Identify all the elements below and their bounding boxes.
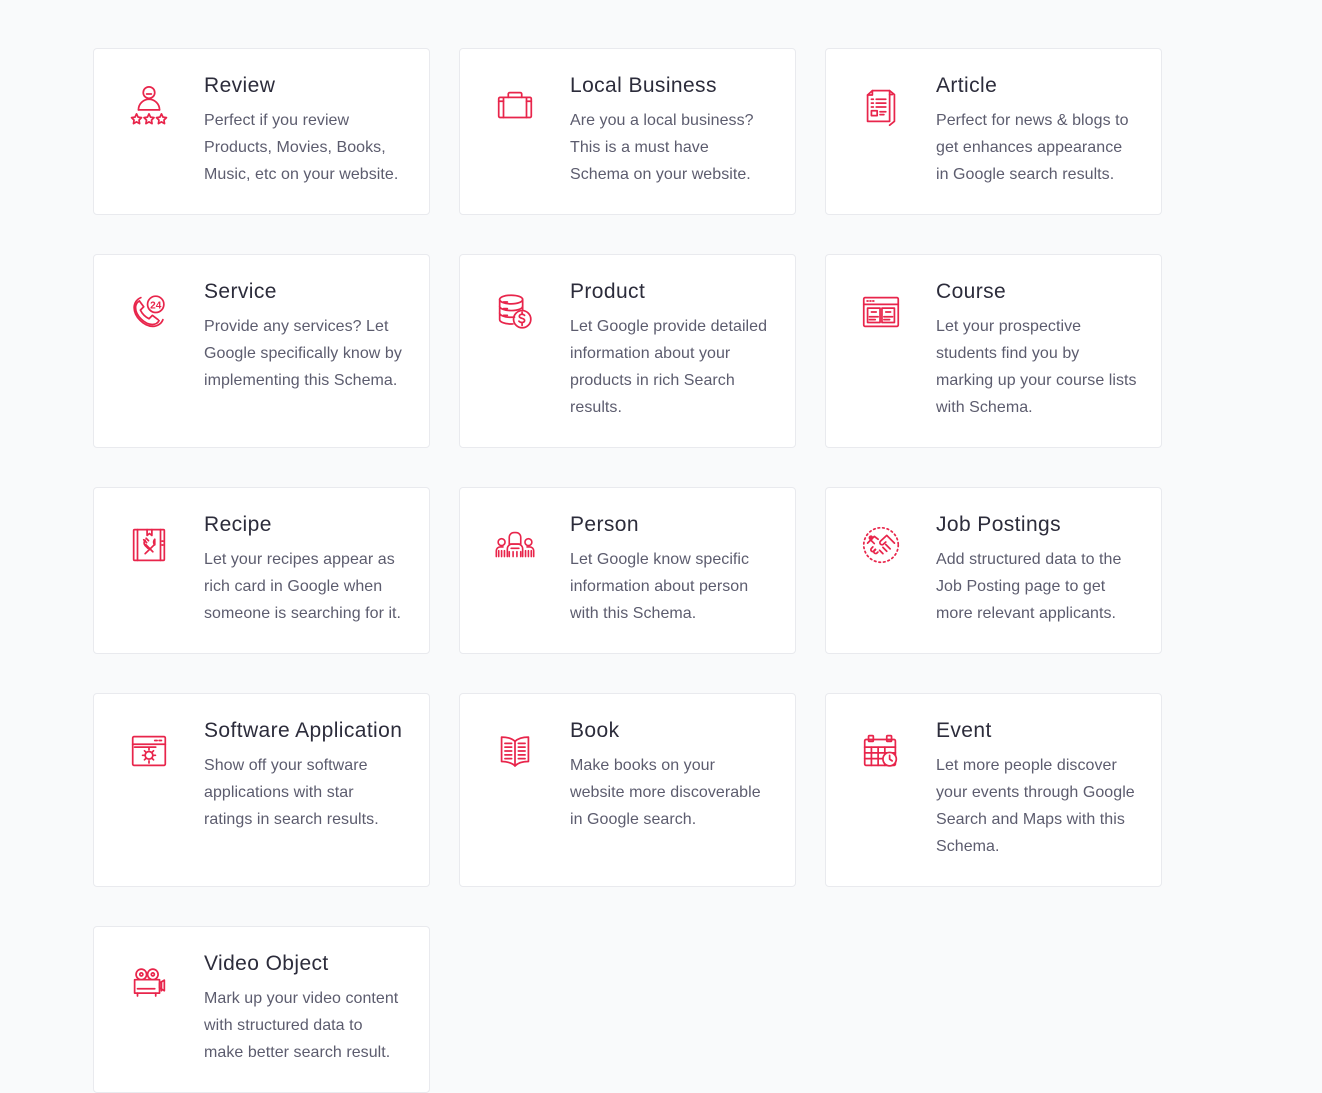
card-body: Service Provide any services? Let Google…: [178, 277, 405, 394]
card-description: Let your recipes appear as rich card in …: [204, 546, 405, 627]
card-description: Add structured data to the Job Posting p…: [936, 546, 1137, 627]
phone-24-support-icon: 24: [120, 283, 178, 341]
card-body: Recipe Let your recipes appear as rich c…: [178, 510, 405, 627]
schema-card-article[interactable]: Article Perfect for news & blogs to get …: [825, 48, 1162, 215]
card-body: Review Perfect if you review Products, M…: [178, 71, 405, 188]
card-description: Are you a local business? This is a must…: [570, 107, 771, 188]
handshake-icon: [852, 516, 910, 574]
card-title: Software Application: [204, 716, 405, 746]
schema-card-job-postings[interactable]: Job Postings Add structured data to the …: [825, 487, 1162, 654]
coins-dollar-icon: [486, 283, 544, 341]
card-description: Perfect if you review Products, Movies, …: [204, 107, 405, 188]
card-title: Product: [570, 277, 771, 307]
card-title: Local Business: [570, 71, 771, 101]
schema-card-local-business[interactable]: Local Business Are you a local business?…: [459, 48, 796, 215]
card-body: Article Perfect for news & blogs to get …: [910, 71, 1137, 188]
card-body: Job Postings Add structured data to the …: [910, 510, 1137, 627]
card-description: Provide any services? Let Google specifi…: [204, 313, 405, 394]
card-title: Person: [570, 510, 771, 540]
schema-card-review[interactable]: Review Perfect if you review Products, M…: [93, 48, 430, 215]
schema-card-product[interactable]: Product Let Google provide detailed info…: [459, 254, 796, 448]
card-description: Make books on your website more discover…: [570, 752, 771, 833]
card-body: Course Let your prospective students fin…: [910, 277, 1137, 421]
schema-card-book[interactable]: Book Make books on your website more dis…: [459, 693, 796, 887]
card-description: Let your prospective students find you b…: [936, 313, 1137, 421]
card-description: Show off your software applications with…: [204, 752, 405, 833]
card-description: Mark up your video content with structur…: [204, 985, 405, 1066]
schema-card-video-object[interactable]: Video Object Mark up your video content …: [93, 926, 430, 1093]
course-browser-icon: [852, 283, 910, 341]
schema-card-event[interactable]: Event Let more people discover your even…: [825, 693, 1162, 887]
card-body: Person Let Google know specific informat…: [544, 510, 771, 627]
gear-window-icon: [120, 722, 178, 780]
card-title: Course: [936, 277, 1137, 307]
schema-card-recipe[interactable]: Recipe Let your recipes appear as rich c…: [93, 487, 430, 654]
calendar-clock-icon: [852, 722, 910, 780]
card-body: Product Let Google provide detailed info…: [544, 277, 771, 421]
schema-card-person[interactable]: Person Let Google know specific informat…: [459, 487, 796, 654]
review-stars-person-icon: [120, 77, 178, 135]
card-title: Book: [570, 716, 771, 746]
schema-card-service[interactable]: 24 Service Provide any services? Let Goo…: [93, 254, 430, 448]
card-description: Let Google provide detailed information …: [570, 313, 771, 421]
card-title: Review: [204, 71, 405, 101]
article-document-icon: [852, 77, 910, 135]
schema-type-grid: Review Perfect if you review Products, M…: [0, 0, 1322, 1093]
people-group-icon: [486, 516, 544, 574]
card-title: Video Object: [204, 949, 405, 979]
card-body: Video Object Mark up your video content …: [178, 949, 405, 1066]
card-body: Event Let more people discover your even…: [910, 716, 1137, 860]
card-body: Local Business Are you a local business?…: [544, 71, 771, 188]
schema-card-software-application[interactable]: Software Application Show off your softw…: [93, 693, 430, 887]
recipe-book-icon: [120, 516, 178, 574]
card-description: Let more people discover your events thr…: [936, 752, 1137, 860]
schema-card-course[interactable]: Course Let your prospective students fin…: [825, 254, 1162, 448]
card-description: Perfect for news & blogs to get enhances…: [936, 107, 1137, 188]
card-description: Let Google know specific information abo…: [570, 546, 771, 627]
card-body: Book Make books on your website more dis…: [544, 716, 771, 833]
card-title: Article: [936, 71, 1137, 101]
card-title: Job Postings: [936, 510, 1137, 540]
card-title: Service: [204, 277, 405, 307]
card-title: Event: [936, 716, 1137, 746]
svg-text:24: 24: [150, 300, 162, 311]
open-book-icon: [486, 722, 544, 780]
card-title: Recipe: [204, 510, 405, 540]
briefcase-icon: [486, 77, 544, 135]
video-camera-icon: [120, 955, 178, 1013]
card-body: Software Application Show off your softw…: [178, 716, 405, 833]
